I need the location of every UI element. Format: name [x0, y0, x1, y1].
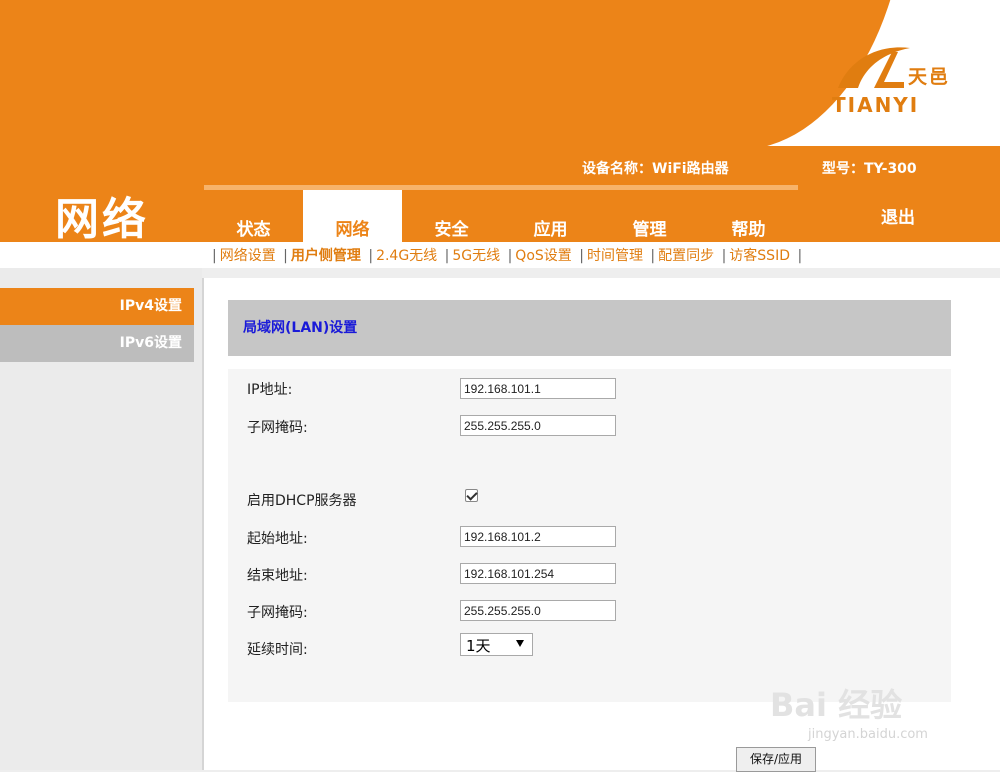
end-address-input[interactable]: [460, 563, 616, 584]
submenu-bar: | 网络设置 | 用户侧管理 | 2.4G无线 | 5G无线 | QoS设置 | 时间管理 …: [0, 242, 1000, 268]
tab-network[interactable]: 网络: [303, 185, 402, 242]
submenu-separator: |: [650, 248, 656, 264]
tab-status[interactable]: 状态: [204, 185, 303, 242]
device-name: 设备名称：WiFi路由器: [582, 161, 729, 177]
submenu-item-5g-wireless[interactable]: 5G无线: [452, 248, 500, 264]
dropdown-arrow-icon: [516, 640, 524, 647]
tab-management[interactable]: 管理: [600, 185, 699, 242]
submenu-separator: |: [721, 248, 727, 264]
dhcp-subnet-mask-label: 子网掩码:: [247, 605, 308, 621]
submenu-item-network-settings[interactable]: 网络设置: [220, 248, 276, 264]
start-address-label: 起始地址:: [247, 531, 308, 547]
dhcp-subnet-mask-input[interactable]: [460, 600, 616, 621]
section-title: 网络: [55, 194, 149, 245]
header-bar: 网络 设备名称：WiFi路由器 型号：TY-300 状态 网络 安全 应用 管理…: [0, 146, 1000, 245]
device-model: 型号：TY-300: [822, 161, 917, 177]
tab-help[interactable]: 帮助: [699, 185, 798, 242]
submenu-separator: |: [368, 248, 374, 264]
submenu-item-config-sync[interactable]: 配置同步: [658, 248, 714, 264]
submenu-item-qos[interactable]: QoS设置: [515, 248, 571, 264]
submenu-separator: |: [283, 248, 288, 264]
submenu-item-2g-wireless[interactable]: 2.4G无线: [376, 248, 437, 264]
start-address-input[interactable]: [460, 526, 616, 547]
top-banner: 天邑 TIANYI: [0, 0, 1000, 146]
dhcp-enable-checkbox[interactable]: [465, 489, 478, 502]
submenu-item-user-side[interactable]: 用户侧管理: [291, 248, 361, 264]
submenu-item-time[interactable]: 时间管理: [587, 248, 643, 264]
submenu-item-guest-ssid[interactable]: 访客SSID: [729, 248, 790, 264]
panel-header: 局域网(LAN)设置: [228, 300, 951, 356]
lease-time-select[interactable]: 1天: [460, 633, 533, 656]
submenu-separator: |: [212, 248, 217, 264]
end-address-label: 结束地址:: [247, 568, 308, 584]
submenu-separator: |: [507, 248, 513, 264]
logout-button[interactable]: 退出: [881, 203, 915, 228]
lease-time-label: 延续时间:: [247, 642, 308, 658]
sidebar-item-ipv4[interactable]: IPv4设置: [0, 288, 194, 325]
lease-time-value: 1天: [466, 637, 491, 655]
tab-application[interactable]: 应用: [501, 185, 600, 242]
submenu: | 网络设置 | 用户侧管理 | 2.4G无线 | 5G无线 | QoS设置 | 时间管理 …: [209, 245, 805, 265]
submenu-separator: |: [797, 248, 803, 264]
watermark: Bai 经验: [770, 686, 903, 724]
submenu-separator: |: [444, 248, 450, 264]
panel-title: 局域网(LAN)设置: [243, 320, 358, 336]
submenu-separator: |: [579, 248, 584, 264]
ip-address-input[interactable]: [460, 378, 616, 399]
save-apply-button[interactable]: 保存/应用: [736, 747, 816, 772]
watermark-url: jingyan.baidu.com: [808, 727, 928, 742]
subnet-mask-label: 子网掩码:: [247, 420, 308, 436]
tab-security[interactable]: 安全: [402, 185, 501, 242]
main-tabs: 状态 网络 安全 应用 管理 帮助: [204, 185, 799, 242]
subnet-mask-input[interactable]: [460, 415, 616, 436]
logo-chinese-text: 天邑: [908, 66, 951, 88]
sidebar-item-ipv6[interactable]: IPv6设置: [0, 325, 194, 362]
logo-english-text: TIANYI: [832, 93, 920, 117]
dhcp-enable-label: 启用DHCP服务器: [247, 493, 357, 509]
ip-address-label: IP地址:: [247, 382, 293, 398]
